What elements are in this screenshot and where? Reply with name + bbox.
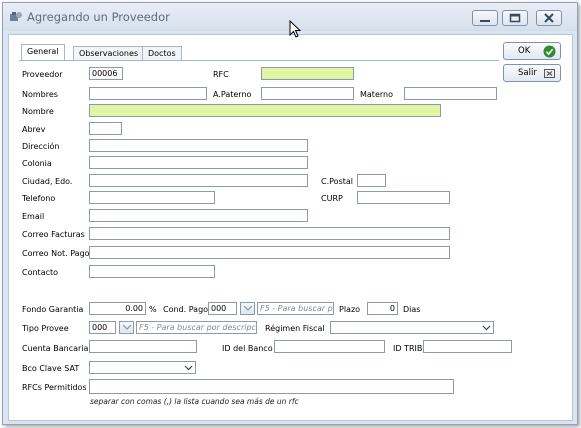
abrev-label: Abrev: [22, 125, 46, 134]
dias-label: Dias: [403, 305, 421, 314]
curp-field[interactable]: [357, 191, 450, 204]
rfc-label: RFC: [213, 70, 229, 79]
nombres-field[interactable]: [89, 87, 207, 100]
percent-sign: %: [149, 305, 157, 314]
rfcs-field[interactable]: [89, 379, 454, 394]
materno-label: Materno: [360, 90, 393, 99]
rfc-field[interactable]: [261, 67, 354, 80]
checkmark-icon: [543, 45, 556, 58]
lookup-icon: [122, 324, 132, 330]
cond-pago-search-field[interactable]: F5 - Para buscar por: [257, 302, 334, 315]
ciudad-label: Ciudad, Edo.: [22, 177, 73, 186]
contacto-label: Contacto: [22, 268, 59, 277]
tipo-provee-code-field[interactable]: 000: [89, 321, 116, 334]
nombre-label: Nombre: [22, 107, 54, 116]
tipo-provee-search-field[interactable]: F5 - Para buscar por descripción: [136, 321, 257, 334]
fondo-field[interactable]: 0.00: [89, 302, 146, 315]
minimize-button[interactable]: [472, 10, 498, 26]
correo-facturas-label: Correo Facturas: [22, 230, 85, 239]
tab-observaciones[interactable]: Observaciones: [73, 46, 145, 60]
window-title: Agregando un Proveedor: [27, 10, 170, 24]
email-label: Email: [22, 212, 45, 221]
minimize-icon: [480, 20, 490, 22]
id-banco-label: ID del Banco: [222, 344, 273, 353]
colonia-field[interactable]: [89, 156, 308, 169]
exit-button[interactable]: Salir: [503, 64, 561, 82]
cond-pago-label: Cond. Pago: [163, 305, 209, 314]
tab-doctos[interactable]: Doctos: [142, 46, 182, 60]
cuenta-field[interactable]: [89, 340, 197, 353]
id-trib-label: ID TRIB: [393, 344, 423, 353]
cpostal-field[interactable]: [357, 174, 386, 187]
nombre-field[interactable]: [89, 104, 441, 117]
close-icon: [544, 13, 554, 23]
chevron-down-icon: [482, 325, 491, 331]
regimen-label: Régimen Fiscal: [265, 324, 325, 333]
tipo-provee-lookup-button[interactable]: [119, 321, 134, 334]
mouse-cursor-icon: [289, 20, 302, 38]
rfcs-hint: separar con comas (,) la lista cuando se…: [90, 397, 299, 406]
proveedor-label: Proveedor: [22, 70, 63, 79]
email-field[interactable]: [89, 209, 308, 222]
cond-pago-code-field[interactable]: 000: [208, 302, 237, 315]
correo-pago-label: Correo Not. Pago: [22, 249, 90, 258]
plazo-field[interactable]: 0: [367, 302, 398, 315]
cond-pago-lookup-button[interactable]: [240, 302, 255, 315]
materno-field[interactable]: [404, 87, 497, 100]
colonia-label: Colonia: [22, 159, 52, 168]
ok-button-label: OK: [518, 46, 531, 56]
lookup-icon: [243, 305, 253, 311]
tipo-provee-label: Tipo Provee: [22, 324, 69, 333]
direccion-label: Dirección: [22, 142, 60, 151]
rfcs-label: RFCs Permitidos: [22, 383, 87, 392]
direccion-field[interactable]: [89, 139, 308, 152]
id-trib-field[interactable]: [423, 340, 512, 353]
telefono-label: Telefono: [22, 194, 56, 203]
nombres-label: Nombres: [22, 90, 58, 99]
apaterno-label: A.Paterno: [213, 90, 252, 99]
telefono-field[interactable]: [89, 191, 215, 204]
cpostal-label: C.Postal: [321, 177, 353, 186]
curp-label: CURP: [321, 194, 343, 203]
regimen-dropdown[interactable]: [330, 321, 494, 334]
tab-general[interactable]: General: [21, 44, 65, 60]
id-banco-field[interactable]: [274, 340, 385, 353]
exit-icon: [544, 69, 555, 78]
apaterno-field[interactable]: [261, 87, 354, 100]
ciudad-field[interactable]: [89, 174, 308, 187]
close-button[interactable]: [536, 10, 562, 26]
abrev-field[interactable]: [89, 122, 122, 135]
contacto-field[interactable]: [89, 265, 215, 278]
correo-facturas-field[interactable]: [89, 227, 450, 240]
exit-button-label: Salir: [518, 68, 537, 78]
chevron-down-icon: [184, 365, 193, 371]
maximize-icon: [509, 13, 521, 23]
ok-button[interactable]: OK: [503, 42, 561, 60]
bco-clave-dropdown[interactable]: [89, 361, 196, 374]
cuenta-label: Cuenta Bancaria: [22, 344, 89, 353]
correo-pago-field[interactable]: [89, 246, 450, 259]
proveedor-field[interactable]: 00006: [89, 67, 123, 80]
app-icon: [10, 12, 22, 21]
fondo-label: Fondo Garantia: [22, 305, 84, 314]
maximize-button[interactable]: [502, 10, 528, 26]
plazo-label: Plazo: [339, 305, 361, 314]
bco-clave-label: Bco Clave SAT: [22, 364, 80, 373]
